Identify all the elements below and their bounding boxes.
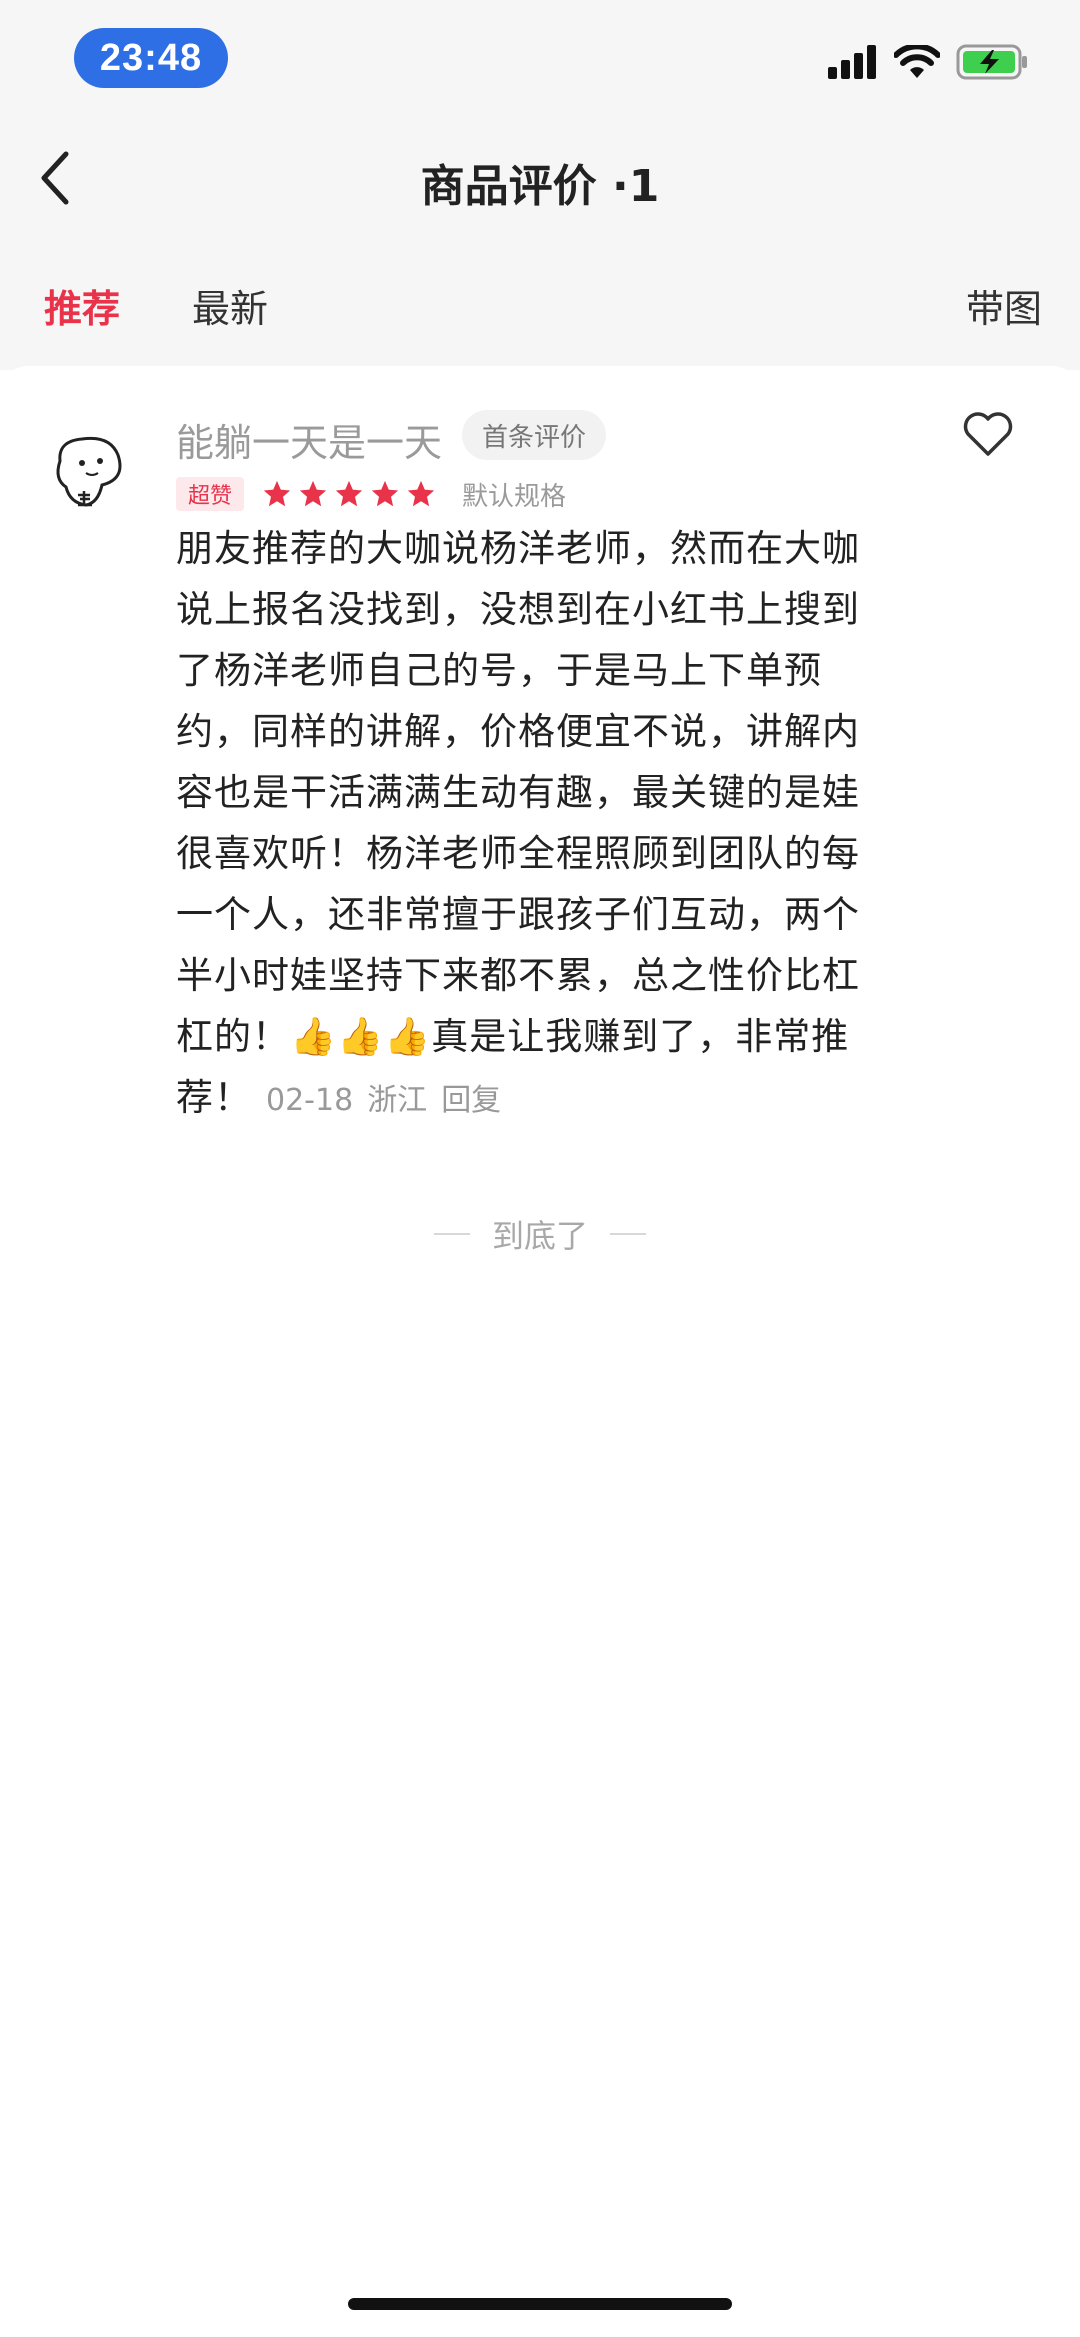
battery-icon bbox=[956, 44, 1027, 80]
star-rating bbox=[262, 479, 436, 509]
avatar[interactable] bbox=[40, 421, 140, 521]
reply-button[interactable]: 回复 bbox=[441, 1083, 501, 1118]
star-icon bbox=[263, 480, 291, 507]
divider bbox=[610, 1233, 646, 1235]
end-of-list: 到底了 bbox=[0, 1211, 1080, 1257]
end-of-list-label: 到底了 bbox=[491, 1217, 588, 1255]
review-location: 浙江 bbox=[367, 1083, 428, 1118]
review-card: 能躺一天是一天 首条评价 超赞 默认规格 朋友推荐的大咖说杨洋老师，然而在大咖说… bbox=[0, 366, 1080, 2337]
page-title: 商品评价 ·1 bbox=[420, 161, 660, 212]
status-time: 23:48 bbox=[74, 28, 228, 88]
star-icon bbox=[335, 480, 363, 507]
star-icon bbox=[371, 480, 399, 507]
wifi-icon bbox=[894, 45, 940, 78]
star-icon bbox=[407, 480, 435, 507]
star-icon bbox=[299, 480, 327, 507]
review-body[interactable]: 朋友推荐的大咖说杨洋老师，然而在大咖说上报名没找到，没想到在小红书上搜到了杨洋老… bbox=[176, 518, 868, 1131]
signal-icon bbox=[828, 45, 876, 79]
rating-badge: 超赞 bbox=[176, 477, 245, 511]
tab-latest[interactable]: 最新 bbox=[192, 278, 268, 333]
heart-icon[interactable] bbox=[962, 410, 1014, 458]
review-text: 朋友推荐的大咖说杨洋老师，然而在大咖说上报名没找到，没想到在小红书上搜到了杨洋老… bbox=[176, 527, 860, 1058]
home-indicator[interactable] bbox=[348, 2298, 732, 2310]
thumbs-up-emoji: 👍👍👍 bbox=[290, 1015, 432, 1058]
first-review-badge: 首条评价 bbox=[462, 410, 607, 460]
tab-recommend[interactable]: 推荐 bbox=[44, 278, 120, 333]
rating-row: 超赞 默认规格 bbox=[176, 476, 566, 512]
username[interactable]: 能躺一天是一天 bbox=[176, 412, 442, 467]
spec-label: 默认规格 bbox=[462, 481, 567, 512]
review-date: 02-18 bbox=[266, 1083, 354, 1118]
status-icons bbox=[828, 44, 1028, 80]
tab-with-pictures[interactable]: 带图 bbox=[966, 278, 1042, 333]
divider bbox=[433, 1233, 470, 1235]
